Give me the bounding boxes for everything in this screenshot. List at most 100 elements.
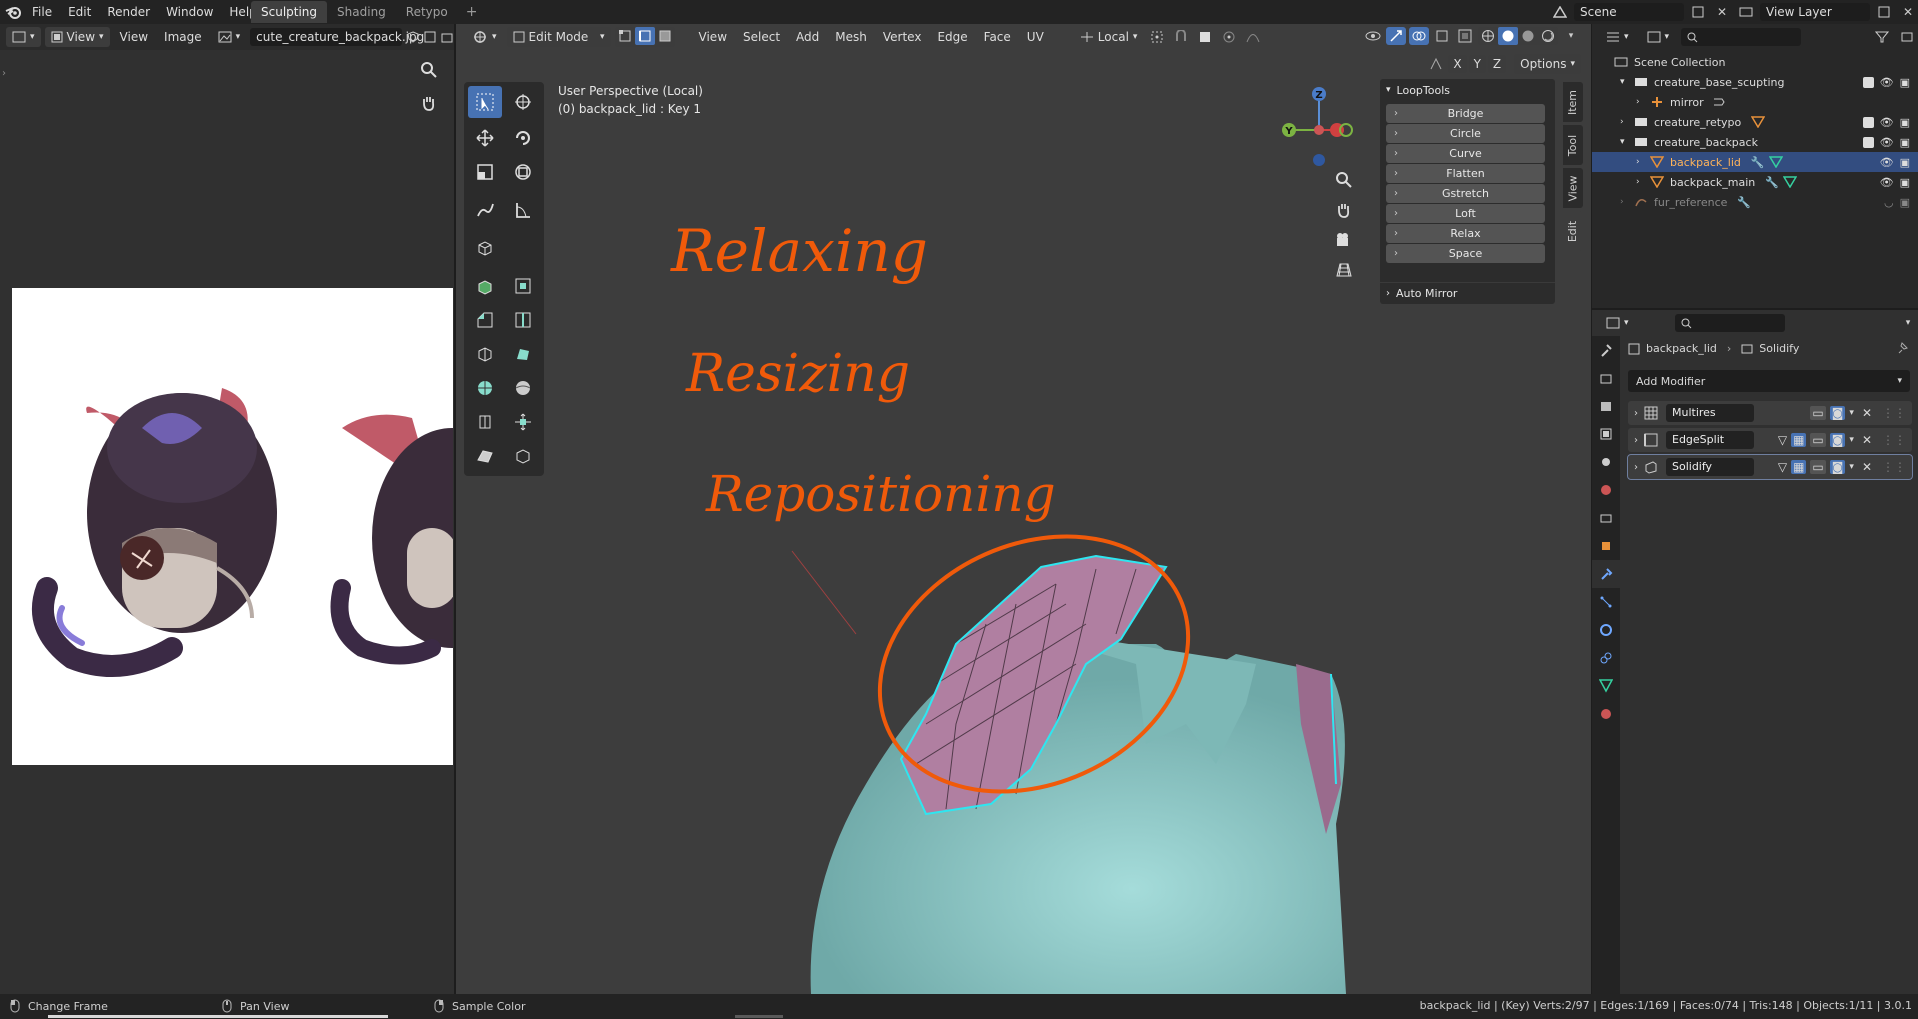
modifier-edgesplit[interactable]: › EdgeSplit ▽ ▦ ▭ ◙ ▾ ✕ ⋮⋮ [1628,428,1912,452]
edit-mode-display-icon[interactable]: ▦ [1791,433,1807,447]
annotate-tool-icon[interactable] [468,194,502,226]
mirror-x-toggle[interactable]: X [1448,55,1467,73]
auto-mirror-header[interactable]: › Auto Mirror [1380,282,1555,304]
pin-icon[interactable] [1896,342,1908,354]
menu-edge[interactable]: Edge [931,27,973,47]
menu-face[interactable]: Face [978,27,1017,47]
wireframe-shading-icon[interactable] [1478,27,1498,45]
dropdown-chevron-icon[interactable]: ▾ [1849,435,1854,445]
open-image-icon[interactable] [441,28,454,46]
camera-render-icon[interactable]: ▣ [1900,116,1910,129]
edge-select-icon[interactable] [634,27,655,45]
tab-item[interactable]: Item [1563,82,1583,122]
expand-chevron-icon[interactable]: › [1628,462,1644,473]
outliner-row-creature-base[interactable]: ▾ creature_base_scupting 👁 ▣ [1592,72,1918,92]
mesh-edit-overlay-icon[interactable] [1432,27,1452,45]
looptools-space-button[interactable]: › Space [1386,244,1545,263]
camera-view-icon[interactable] [1334,230,1354,250]
constraints-tab-icon[interactable] [1592,644,1620,672]
eye-hidden-icon[interactable]: ◡ [1884,196,1894,209]
camera-render-icon[interactable]: ▣ [1900,136,1910,149]
expand-chevron-icon[interactable]: › [1636,157,1650,167]
gizmo-toggle-icon[interactable] [1386,27,1406,45]
mode-dropdown[interactable]: Edit Mode ▾ [506,27,611,47]
modifier-name-field[interactable]: Multires [1666,404,1754,422]
modifier-name-field[interactable]: EdgeSplit [1666,431,1754,449]
expand-chevron-icon[interactable]: › [1636,97,1650,107]
filter-icon[interactable] [1872,28,1892,46]
shading-options-icon[interactable]: ▾ [1561,27,1581,45]
view-mode-dropdown[interactable]: View ▾ [44,27,110,47]
rip-region-tool-icon[interactable] [506,440,540,472]
tab-view[interactable]: View [1563,168,1583,208]
delete-view-layer-icon[interactable]: ✕ [1898,3,1918,21]
outliner-row-creature-retypo[interactable]: › creature_retypo 👁 ▣ [1592,112,1918,132]
options-chevron-icon[interactable]: ▾ [1898,314,1918,332]
render-tab-icon[interactable] [1592,364,1620,392]
new-scene-icon[interactable] [1688,3,1708,21]
outliner-row-backpack-lid[interactable]: › backpack_lid 🔧 👁 ▣ [1592,152,1918,172]
outliner-row-scene-collection[interactable]: Scene Collection [1592,52,1918,72]
sidebar-arrow-icon[interactable]: › [2,68,6,79]
looptools-relax-button[interactable]: › Relax [1386,224,1545,243]
options-dropdown[interactable]: Options ▾ [1514,54,1581,74]
pivot-icon[interactable] [1147,28,1167,46]
tab-tool[interactable]: Tool [1563,125,1583,165]
proportional-edit-icon[interactable] [1219,28,1239,46]
expand-chevron-icon[interactable]: › [1620,117,1634,127]
properties-editor-type-button[interactable]: ▾ [1600,313,1635,333]
looptools-curve-button[interactable]: › Curve [1386,144,1545,163]
menu-image[interactable]: Image [158,27,208,47]
edge-slide-tool-icon[interactable] [468,406,502,438]
knife-tool-icon[interactable] [468,338,502,370]
transform-tool-icon[interactable] [506,156,540,188]
view-layer-icon[interactable] [1736,3,1756,21]
menu-uv[interactable]: UV [1021,27,1050,47]
outliner-row-creature-backpack[interactable]: ▾ creature_backpack 👁 ▣ [1592,132,1918,152]
expand-chevron-icon[interactable]: › [1628,408,1644,419]
material-shading-icon[interactable] [1518,27,1538,45]
expand-chevron-icon[interactable]: › [1636,177,1650,187]
outliner-editor-type-button[interactable]: ▾ [1600,27,1635,47]
menu-mesh[interactable]: Mesh [829,27,873,47]
expand-chevron-icon[interactable]: › [1628,435,1644,446]
menu-window[interactable]: Window [158,0,221,24]
outliner-row-fur-reference[interactable]: › fur_reference 🔧 ◡ ▣ [1592,192,1918,212]
material-tab-icon[interactable] [1592,700,1620,728]
menu-add[interactable]: Add [790,27,825,47]
looptools-circle-button[interactable]: › Circle [1386,124,1545,143]
world-tab-icon[interactable] [1592,476,1620,504]
looptools-header[interactable]: ▾ LoopTools [1380,79,1555,101]
bevel-tool-icon[interactable] [468,304,502,336]
shrink-fatten-tool-icon[interactable] [506,406,540,438]
tab-shading[interactable]: Shading [327,1,396,23]
dropdown-chevron-icon[interactable]: ▾ [1849,408,1854,418]
looptools-flatten-button[interactable]: › Flatten [1386,164,1545,183]
tool-tab-icon[interactable] [1592,336,1620,364]
modifier-name-field[interactable]: Solidify [1666,458,1754,476]
edit-mode-display-icon[interactable]: ▦ [1791,460,1807,474]
xray-icon[interactable] [1455,27,1475,45]
modifier-multires[interactable]: › Multires ▭ ◙ ▾ ✕ ⋮⋮ [1628,401,1912,425]
scene-field[interactable]: Scene [1574,3,1684,21]
fake-user-icon[interactable] [406,28,419,46]
eye-icon[interactable]: 👁 [1880,136,1894,149]
camera-render-icon[interactable]: ▣ [1900,176,1910,189]
tab-sculpting[interactable]: Sculpting [251,1,328,23]
on-cage-icon[interactable]: ▽ [1778,433,1787,447]
scale-tool-icon[interactable] [468,156,502,188]
menu-view[interactable]: View [693,27,733,47]
checkbox-icon[interactable] [1862,136,1874,148]
collection-tab-icon[interactable] [1592,504,1620,532]
dropdown-chevron-icon[interactable]: ▾ [1849,462,1854,472]
eye-icon[interactable]: 👁 [1880,76,1894,89]
eye-icon[interactable]: 👁 [1880,176,1894,189]
rotate-tool-icon[interactable] [506,122,540,154]
face-select-icon[interactable] [655,27,675,45]
tab-edit[interactable]: Edit [1563,211,1583,251]
expand-chevron-icon[interactable]: ▾ [1620,137,1634,147]
spin-tool-icon[interactable] [468,372,502,404]
pan-view-icon[interactable] [1334,200,1354,220]
realtime-display-icon[interactable]: ▭ [1810,460,1826,474]
remove-modifier-icon[interactable]: ✕ [1862,460,1872,474]
